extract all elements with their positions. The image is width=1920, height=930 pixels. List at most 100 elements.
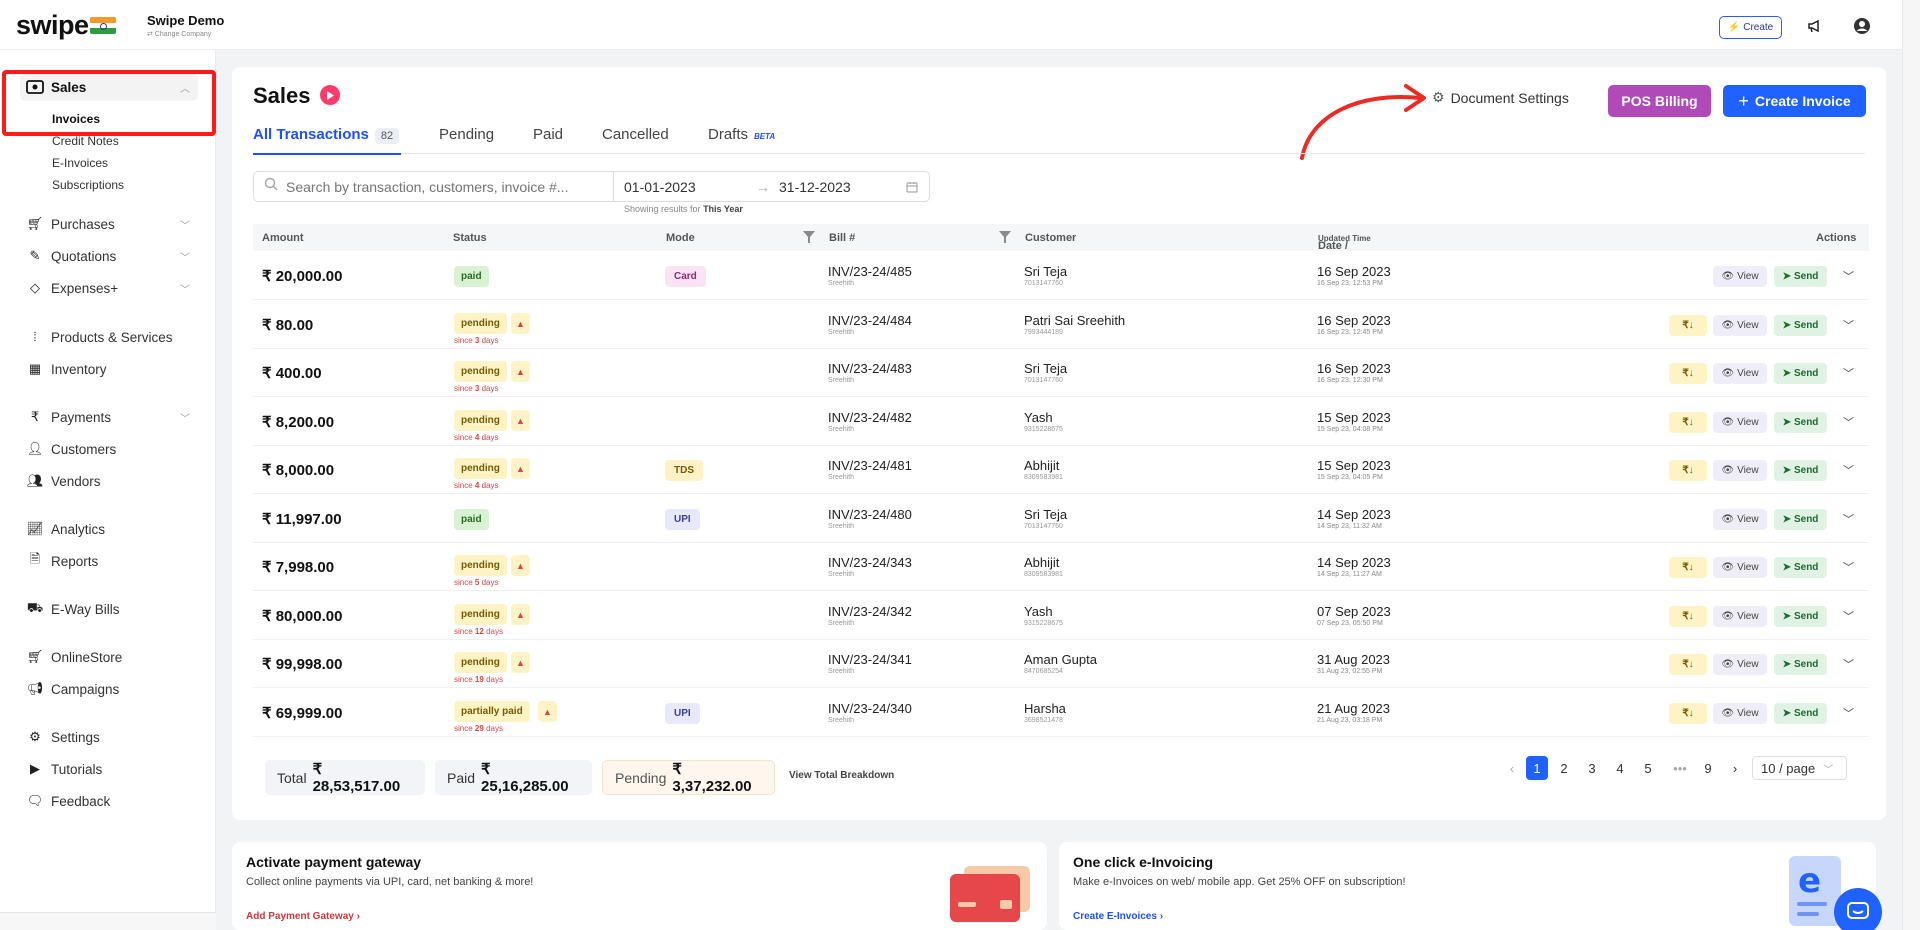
date-to-field[interactable]: 31-12-2023 — [779, 179, 851, 195]
customer-name[interactable]: Aman Gupta — [1024, 652, 1097, 667]
next-page-icon[interactable]: › — [1728, 756, 1742, 780]
page-ellipsis[interactable]: ••• — [1668, 756, 1692, 780]
bill-number[interactable]: INV/23-24/343 — [828, 555, 912, 570]
pos-billing-button[interactable]: POS Billing — [1608, 85, 1711, 117]
bill-number[interactable]: INV/23-24/483 — [828, 361, 912, 376]
chevron-down-icon[interactable]: ﹀ — [1843, 511, 1854, 527]
prev-page-icon[interactable]: ‹ — [1505, 756, 1519, 780]
view-button[interactable]: 👁︎ View — [1713, 606, 1767, 627]
tab-pending[interactable]: Pending — [439, 126, 494, 143]
sidebar-collapse-bar[interactable] — [0, 912, 216, 930]
sidebar-sub-subscriptions[interactable]: Subscriptions — [52, 178, 124, 192]
table-row[interactable]: ₹ 80,000.00 pending ▲ since 12 days INV/23-2… — [253, 592, 1869, 640]
page-4[interactable]: 4 — [1610, 756, 1630, 780]
bill-number[interactable]: INV/23-24/480 — [828, 507, 912, 522]
chat-support-button[interactable] — [1834, 888, 1882, 930]
filter-funnel-icon[interactable] — [802, 230, 816, 244]
record-payment-button[interactable]: ₹↓ — [1669, 654, 1707, 675]
record-payment-button[interactable]: ₹↓ — [1669, 557, 1707, 578]
table-row[interactable]: ₹ 7,998.00 pending ▲ since 5 days INV/23-24/… — [253, 543, 1869, 591]
customer-name[interactable]: Abhijit — [1024, 555, 1059, 570]
view-button[interactable]: 👁︎ View — [1713, 460, 1767, 481]
change-company-link[interactable]: ⇄ Change Company — [147, 30, 224, 38]
table-row[interactable]: ₹ 80.00 pending ▲ since 3 days INV/23-24/484… — [253, 301, 1869, 349]
sidebar-item-settings[interactable]: ⚙ Settings — [0, 725, 216, 749]
bill-number[interactable]: INV/23-24/482 — [828, 410, 912, 425]
reminder-fire-icon[interactable]: ▲ — [511, 652, 530, 673]
view-button[interactable]: 👁︎ View — [1713, 266, 1767, 287]
view-button[interactable]: 👁︎ View — [1713, 363, 1767, 384]
sidebar-item-feedback[interactable]: 🗨︎ Feedback — [0, 789, 216, 813]
top-create-button[interactable]: ⚡ Create — [1719, 16, 1782, 39]
sidebar-item-eway-bills[interactable]: ⛟ E-Way Bills — [0, 597, 216, 621]
col-date[interactable]: Date / Updated Time — [1318, 232, 1371, 252]
send-button[interactable]: ➤ Send — [1774, 266, 1827, 287]
page-scrollbar[interactable] — [1902, 0, 1920, 930]
chevron-down-icon[interactable]: ﹀ — [1843, 268, 1854, 284]
search-input[interactable] — [286, 178, 606, 195]
megaphone-icon[interactable] — [1805, 16, 1825, 36]
send-button[interactable]: ➤ Send — [1774, 654, 1827, 675]
table-row[interactable]: ₹ 8,200.00 pending ▲ since 4 days INV/23-24/… — [253, 398, 1869, 446]
sidebar-item-quotations[interactable]: ✎ Quotations ﹀ — [0, 244, 216, 268]
sidebar-item-reports[interactable]: 🗎 Reports — [0, 549, 216, 573]
page-1[interactable]: 1 — [1526, 756, 1548, 780]
sidebar-item-vendors[interactable]: 👥︎ Vendors — [0, 469, 216, 493]
send-button[interactable]: ➤ Send — [1774, 703, 1827, 724]
reminder-fire-icon[interactable]: ▲ — [511, 361, 530, 382]
page-9[interactable]: 9 — [1698, 756, 1718, 780]
record-payment-button[interactable]: ₹↓ — [1669, 606, 1707, 627]
search-box[interactable] — [253, 171, 613, 202]
send-button[interactable]: ➤ Send — [1774, 509, 1827, 530]
send-button[interactable]: ➤ Send — [1774, 363, 1827, 384]
reminder-fire-icon[interactable]: ▲ — [511, 313, 530, 334]
sidebar-item-campaigns[interactable]: 📢︎ Campaigns — [0, 677, 216, 701]
send-button[interactable]: ➤ Send — [1774, 557, 1827, 578]
user-account-icon[interactable] — [1852, 16, 1872, 36]
table-row[interactable]: ₹ 99,998.00 pending ▲ since 19 days INV/23-2… — [253, 640, 1869, 688]
reminder-fire-icon[interactable]: ▲ — [511, 604, 530, 625]
reminder-fire-icon[interactable]: ▲ — [511, 555, 530, 576]
send-button[interactable]: ➤ Send — [1774, 315, 1827, 336]
bill-number[interactable]: INV/23-24/341 — [828, 652, 912, 667]
bill-number[interactable]: INV/23-24/342 — [828, 604, 912, 619]
create-invoice-button[interactable]: + Create Invoice — [1723, 85, 1866, 117]
send-button[interactable]: ➤ Send — [1774, 412, 1827, 433]
send-button[interactable]: ➤ Send — [1774, 460, 1827, 481]
sidebar-item-tutorials[interactable]: ▶ Tutorials — [0, 757, 216, 781]
tab-cancelled[interactable]: Cancelled — [602, 126, 669, 143]
tab-drafts[interactable]: Drafts BETA — [708, 126, 775, 143]
chevron-down-icon[interactable]: ﹀ — [1843, 559, 1854, 575]
chevron-down-icon[interactable]: ﹀ — [1843, 414, 1854, 430]
create-e-invoices-link[interactable]: Create E-Invoices › — [1073, 911, 1163, 922]
chevron-down-icon[interactable]: ﹀ — [1843, 608, 1854, 624]
customer-name[interactable]: Patri Sai Sreehith — [1024, 313, 1125, 328]
chevron-down-icon[interactable]: ﹀ — [1843, 705, 1854, 721]
filter-funnel-icon[interactable] — [998, 230, 1012, 244]
customer-name[interactable]: Yash — [1024, 410, 1053, 425]
sidebar-item-customers[interactable]: 👤︎ Customers — [0, 437, 216, 461]
customer-name[interactable]: Sri Teja — [1024, 264, 1067, 279]
table-row[interactable]: ₹ 20,000.00 paid Card INV/23-24/485 Sreehith… — [253, 252, 1869, 300]
customer-name[interactable]: Sri Teja — [1024, 361, 1067, 376]
date-from-field[interactable]: 01-01-2023 — [624, 179, 696, 195]
sidebar-item-purchases[interactable]: 🛒︎ Purchases ﹀ — [0, 212, 216, 236]
bill-number[interactable]: INV/23-24/484 — [828, 313, 912, 328]
page-2[interactable]: 2 — [1554, 756, 1574, 780]
swipe-logo[interactable]: swipe — [16, 10, 89, 41]
page-3[interactable]: 3 — [1582, 756, 1602, 780]
reminder-fire-icon[interactable]: ▲ — [511, 458, 530, 479]
document-settings-button[interactable]: ⚙ Document Settings — [1432, 89, 1569, 106]
date-range-picker[interactable]: 01-01-2023 → 31-12-2023 — [613, 171, 930, 202]
table-row[interactable]: ₹ 8,000.00 pending ▲ since 4 days TDS INV/23-… — [253, 446, 1869, 494]
sidebar-item-expenses[interactable]: ◇ Expenses+ ﹀ — [0, 276, 216, 300]
bill-number[interactable]: INV/23-24/485 — [828, 264, 912, 279]
chevron-down-icon[interactable]: ﹀ — [1843, 317, 1854, 333]
view-button[interactable]: 👁︎ View — [1713, 557, 1767, 578]
sidebar-item-onlinestore[interactable]: 🛒︎ OnlineStore — [0, 645, 216, 669]
record-payment-button[interactable]: ₹↓ — [1669, 703, 1707, 724]
sidebar-item-inventory[interactable]: ▦ Inventory — [0, 357, 216, 381]
sidebar-sub-credit-notes[interactable]: Credit Notes — [52, 134, 119, 148]
calendar-icon[interactable] — [906, 180, 918, 196]
view-button[interactable]: 👁︎ View — [1713, 703, 1767, 724]
